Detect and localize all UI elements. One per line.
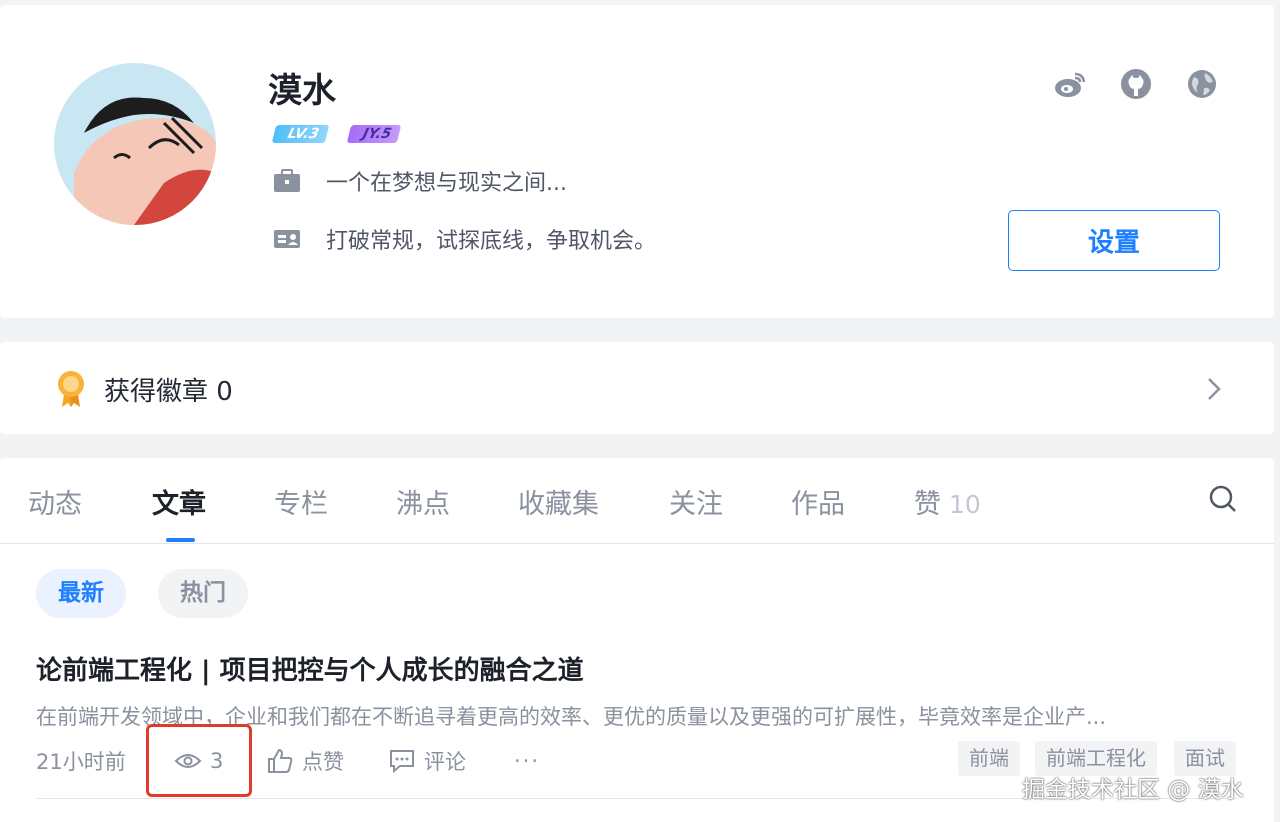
tab-activity[interactable]: 动态 <box>28 482 82 521</box>
globe-icon[interactable] <box>1185 67 1219 101</box>
position-row: 一个在梦想与现实之间... <box>272 165 567 197</box>
level-badge[interactable]: LV.3 <box>271 121 329 147</box>
comment-button[interactable]: 评论 <box>388 746 466 776</box>
views-highlight-box <box>146 724 252 797</box>
tab-collections[interactable]: 收藏集 <box>518 482 599 521</box>
level-badge-label: LV.3 <box>271 125 329 143</box>
chevron-right-icon <box>1208 378 1221 400</box>
content-panel: 动态 文章 专栏 沸点 收藏集 关注 作品 赞 10 最新 热门 论前端工程化 |… <box>0 458 1274 822</box>
briefcase-icon <box>274 169 300 192</box>
position-text: 一个在梦想与现实之间... <box>326 171 567 196</box>
like-button[interactable]: 点赞 <box>266 746 344 776</box>
tab-bar: 动态 文章 专栏 沸点 收藏集 关注 作品 赞 10 <box>0 458 1274 544</box>
settings-button[interactable]: 设置 <box>1008 210 1220 271</box>
tab-works[interactable]: 作品 <box>791 482 845 521</box>
id-card-icon <box>274 230 300 248</box>
tab-columns[interactable]: 专栏 <box>274 482 328 521</box>
thumb-up-icon <box>268 748 293 773</box>
jy-badge[interactable]: JY.5 <box>346 121 402 147</box>
article-title[interactable]: 论前端工程化 | 项目把控与个人成长的融合之道 <box>36 650 584 687</box>
badges-label: 获得徽章 0 <box>104 377 233 407</box>
search-icon[interactable] <box>1208 484 1238 514</box>
profile-card: 漠水 LV.3 JY.5 一个在梦想与现实之间... 打破常规，试探底线，争取机… <box>0 5 1274 318</box>
weibo-icon[interactable] <box>1053 67 1087 101</box>
active-tab-indicator <box>166 538 195 542</box>
filter-hot[interactable]: 热门 <box>158 569 248 618</box>
more-button[interactable]: ··· <box>514 746 540 776</box>
tab-likes[interactable]: 赞 10 <box>914 482 981 521</box>
like-label: 点赞 <box>302 750 344 774</box>
tab-following[interactable]: 关注 <box>669 482 723 521</box>
article-tag[interactable]: 前端 <box>958 741 1020 776</box>
level-badges: LV.3 JY.5 <box>271 121 402 147</box>
medal-icon <box>58 371 84 407</box>
tab-pins[interactable]: 沸点 <box>396 482 450 521</box>
tab-likes-count: 10 <box>949 490 981 519</box>
filter-latest[interactable]: 最新 <box>36 569 126 618</box>
jy-badge-label: JY.5 <box>346 125 402 143</box>
bio-row: 打破常规，试探底线，争取机会。 <box>272 223 656 255</box>
article-time: 21小时前 <box>36 750 126 774</box>
tab-likes-label: 赞 <box>914 489 941 520</box>
watermark: 掘金技术社区 @ 漠水 <box>1022 777 1244 803</box>
username: 漠水 <box>268 71 336 111</box>
comment-label: 评论 <box>424 750 466 774</box>
tab-articles[interactable]: 文章 <box>152 482 206 521</box>
bio-text: 打破常规，试探底线，争取机会。 <box>326 229 657 254</box>
avatar[interactable] <box>54 63 216 225</box>
comment-icon <box>390 750 414 774</box>
github-icon[interactable] <box>1119 67 1153 101</box>
badges-bar[interactable]: 获得徽章 0 <box>0 342 1274 434</box>
